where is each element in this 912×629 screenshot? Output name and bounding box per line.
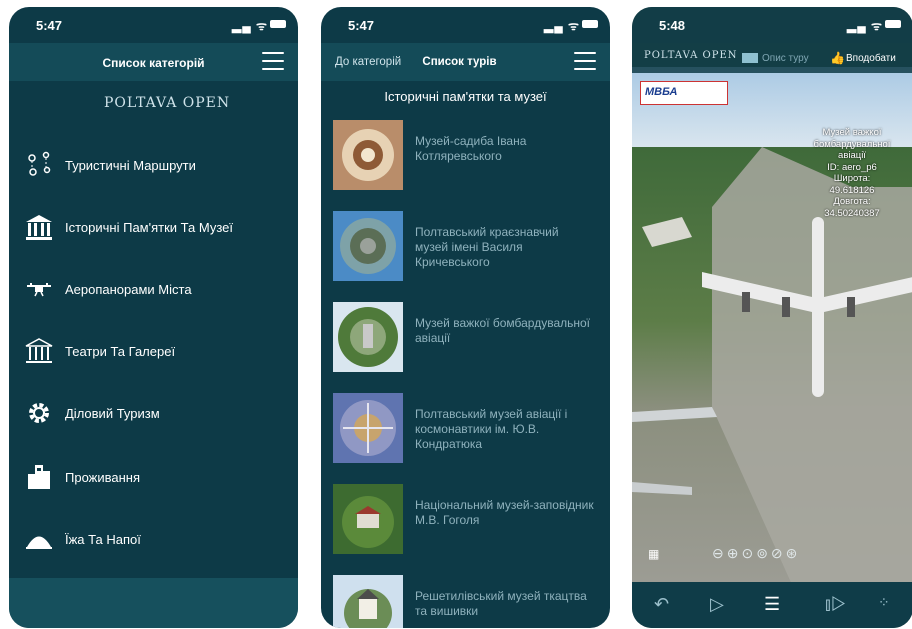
- tour-thumbnail: [333, 393, 403, 463]
- tour-title: Музей важкої бомбардувальної авіації: [415, 316, 591, 345]
- badge-text: МВБА: [645, 86, 678, 98]
- wifi-icon: ▂▄ ᯤ: [231, 19, 268, 33]
- tour-thumbnail: [333, 302, 403, 372]
- page-title: Список категорій: [102, 56, 205, 70]
- wifi-icon: ▂▄ ᯤ: [846, 19, 883, 33]
- like-button[interactable]: Вподобати: [846, 53, 896, 64]
- status-time: 5:47: [348, 18, 375, 33]
- menu-icon[interactable]: ☰: [764, 594, 780, 615]
- theater-icon: [23, 335, 55, 367]
- tour-title: Решетилівський музей ткацтва та вишивки: [415, 589, 587, 618]
- category-label: Туристичні Маршрути: [65, 157, 196, 173]
- thumbs-up-icon: 👍: [830, 51, 845, 65]
- menu-icon[interactable]: [262, 52, 284, 72]
- tour-thumbnail: [333, 211, 403, 281]
- category-label: Театри Та Галереї: [65, 343, 176, 359]
- info-line: авіації: [838, 150, 866, 161]
- tour-thumbnail: [333, 575, 403, 628]
- tour-thumbnail: [333, 120, 403, 190]
- tour-item[interactable]: Полтавський музей авіації і космонавтики…: [333, 393, 598, 465]
- status-bar: 5:48 ▂▄ ᯤ: [632, 7, 912, 43]
- status-bar: 5:47 ▂▄ ᯤ: [9, 7, 298, 43]
- battery-icon: [885, 20, 901, 28]
- battery-icon: [270, 20, 286, 28]
- category-label: Їжа Та Напої: [65, 531, 141, 547]
- category-item-aeropanoramas[interactable]: Аеропанорами Міста: [23, 269, 192, 309]
- category-label: Діловий Туризм: [65, 405, 160, 421]
- category-label: Історичні Пам'ятки Та Музеї: [65, 219, 233, 235]
- drone-icon: [23, 273, 55, 305]
- info-line: ID: aero_p6: [827, 161, 877, 173]
- phone-categories: 5:47 ▂▄ ᯤ Список категорій POLTAVA OPEN …: [9, 7, 298, 628]
- info-line: Довгота:: [833, 196, 871, 207]
- phone-panorama: 5:48 ▂▄ ᯤ POLTAVA OPEN Опис туру 👍 Вподо…: [632, 7, 912, 628]
- tour-item[interactable]: Музей важкої бомбардувальної авіації: [333, 302, 598, 374]
- category-label: Проживання: [65, 469, 141, 485]
- section-title: Історичні пам'ятки та музеї: [384, 89, 547, 104]
- status-time: 5:48: [659, 18, 686, 33]
- phone-tour-list: 5:47 ▂▄ ᯤ До категорій Список турів Істо…: [321, 7, 610, 628]
- tour-title: Полтавський краєзнавчий музей імені Васи…: [415, 225, 559, 269]
- status-bar: 5:47 ▂▄ ᯤ: [321, 7, 610, 43]
- tour-title: Полтавський музей авіації і космонавтики…: [415, 407, 568, 451]
- grid-icon[interactable]: ▦: [648, 547, 659, 561]
- tabs: До категорій Список турів: [335, 56, 497, 68]
- menu-icon[interactable]: [574, 52, 596, 72]
- category-item-routes[interactable]: Туристичні Маршрути: [23, 145, 196, 185]
- tour-item[interactable]: Решетилівський музей ткацтва та вишивки: [333, 575, 598, 628]
- wifi-icon: ▂▄ ᯤ: [543, 19, 580, 33]
- info-line: 49.618126: [829, 184, 875, 196]
- museum-badge: МВБА: [640, 81, 728, 105]
- info-line: Широта:: [833, 173, 871, 184]
- category-item-food[interactable]: Їжа Та Напої: [23, 519, 141, 559]
- next-icon[interactable]: ⫾▷: [825, 594, 847, 615]
- app-logo: POLTAVA OPEN: [104, 95, 231, 111]
- status-time: 5:47: [36, 18, 63, 33]
- tour-thumbnail: [333, 484, 403, 554]
- tour-item[interactable]: Полтавський краєзнавчий музей імені Васи…: [333, 211, 598, 283]
- location-info: Музей важкої бомбардувальної авіації ID:…: [797, 127, 907, 219]
- category-item-accommodation[interactable]: Проживання: [23, 457, 140, 497]
- info-line: бомбардувальної: [813, 138, 891, 150]
- tour-title: Музей-садиба Івана Котляревського: [415, 134, 527, 163]
- gear-icon: [23, 397, 55, 429]
- category-label: Аеропанорами Міста: [65, 281, 192, 297]
- navbar: Список категорій: [9, 43, 298, 81]
- category-item-business[interactable]: Діловий Туризм: [23, 393, 160, 433]
- tour-title: Національний музей-заповідник М.В. Гогол…: [415, 498, 594, 527]
- back-icon[interactable]: ↶: [654, 594, 669, 615]
- tour-toolbar: POLTAVA OPEN Опис туру 👍 Вподобати: [632, 43, 912, 73]
- pano-controls[interactable]: ⊖⊕⊙⊚⊘⊛: [712, 545, 800, 562]
- tour-description-button[interactable]: Опис туру: [762, 53, 809, 64]
- info-line: Музей важкої: [822, 127, 882, 138]
- tab-categories[interactable]: До категорій: [335, 56, 401, 68]
- cloche-icon: [23, 523, 55, 555]
- navbar: До категорій Список турів: [321, 43, 610, 81]
- description-icon: [742, 53, 758, 63]
- battery-icon: [582, 20, 598, 28]
- tour-item[interactable]: Музей-садиба Івана Котляревського: [333, 120, 598, 192]
- map-pins-icon: [23, 149, 55, 181]
- app-logo: POLTAVA OPEN: [644, 50, 738, 61]
- bottom-bar: [9, 578, 298, 628]
- category-item-theaters[interactable]: Театри Та Галереї: [23, 331, 175, 371]
- tour-item[interactable]: Національний музей-заповідник М.В. Гогол…: [333, 484, 598, 556]
- map-pin-icon[interactable]: ⁘: [878, 594, 890, 611]
- play-icon[interactable]: ▷: [710, 594, 724, 615]
- museum-icon: [23, 211, 55, 243]
- tab-tour-list[interactable]: Список турів: [422, 56, 496, 68]
- hotel-icon: [23, 461, 55, 493]
- bottom-toolbar: ↶ ▷ ☰ ⫾▷ ⁘: [632, 582, 912, 628]
- category-item-museums[interactable]: Історичні Пам'ятки Та Музеї: [23, 207, 233, 247]
- info-line: 34.50240387: [824, 207, 880, 219]
